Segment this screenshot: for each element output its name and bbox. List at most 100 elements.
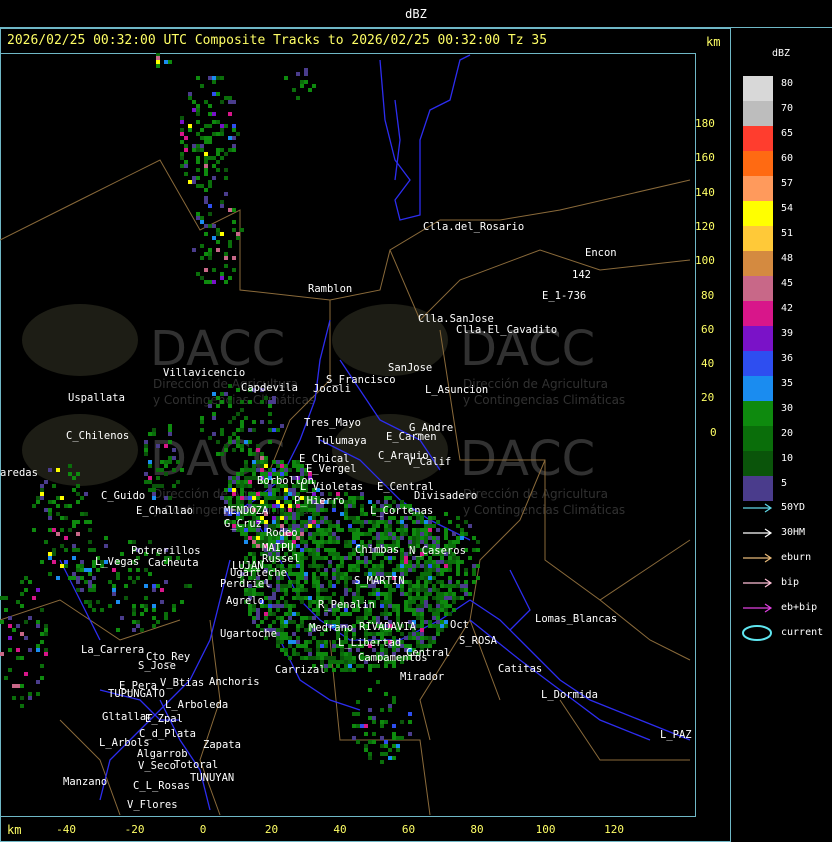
radar-echo-cell <box>300 80 304 84</box>
radar-echo-cell <box>212 132 216 136</box>
radar-echo-cell <box>244 440 248 444</box>
radar-echo-cell <box>300 508 304 512</box>
radar-echo-cell <box>416 564 420 568</box>
radar-echo-cell <box>428 576 432 580</box>
radar-echo-cell <box>96 568 100 572</box>
radar-echo-cell <box>312 564 316 568</box>
radar-echo-cell <box>332 668 336 672</box>
radar-echo-cell <box>404 580 408 584</box>
radar-echo-cell <box>316 524 320 528</box>
radar-echo-cell <box>28 696 32 700</box>
radar-echo-cell <box>156 53 160 56</box>
radar-echo-cell <box>312 576 316 580</box>
place-label: Russel <box>262 553 300 565</box>
place-label: Capdevila <box>241 382 298 394</box>
radar-echo-cell <box>268 488 272 492</box>
radar-echo-cell <box>312 584 316 588</box>
radar-echo-cell <box>156 444 160 448</box>
radar-echo-cell <box>308 548 312 552</box>
radar-echo-cell <box>328 552 332 556</box>
place-label: C_Chilenos <box>66 430 129 442</box>
radar-echo-cell <box>284 488 288 492</box>
radar-echo-cell <box>340 656 344 660</box>
radar-echo-cell <box>196 120 200 124</box>
radar-echo-cell <box>356 560 360 564</box>
radar-echo-cell <box>24 588 28 592</box>
place-label: Villavicencio <box>163 367 245 379</box>
radar-echo-cell <box>232 220 236 224</box>
radar-echo-cell <box>308 656 312 660</box>
radar-echo-cell <box>232 144 236 148</box>
radar-echo-cell <box>428 564 432 568</box>
radar-echo-cell <box>276 584 280 588</box>
radar-echo-cell <box>132 540 136 544</box>
radar-echo-cell <box>412 636 416 640</box>
radar-echo-cell <box>272 504 276 508</box>
radar-echo-cell <box>316 520 320 524</box>
y-tick-label: 80 <box>701 288 715 302</box>
radar-echo-cell <box>280 588 284 592</box>
radar-echo-cell <box>252 540 256 544</box>
radar-echo-cell <box>180 468 184 472</box>
radar-echo-cell <box>384 536 388 540</box>
radar-echo-cell <box>400 720 404 724</box>
track-label: eb+bip <box>781 602 818 613</box>
radar-echo-cell <box>384 528 388 532</box>
radar-echo-cell <box>312 508 316 512</box>
radar-echo-cell <box>156 56 160 60</box>
radar-echo-cell <box>72 556 76 560</box>
radar-echo-cell <box>224 488 228 492</box>
radar-echo-cell <box>220 276 224 280</box>
radar-echo-cell <box>376 532 380 536</box>
radar-echo-cell <box>296 576 300 580</box>
radar-echo-cell <box>64 548 68 552</box>
radar-echo-cell <box>380 568 384 572</box>
radar-echo-cell <box>112 592 116 596</box>
legend-swatch <box>743 226 773 251</box>
radar-echo-cell <box>284 612 288 616</box>
radar-echo-cell <box>404 608 408 612</box>
radar-echo-cell <box>280 628 284 632</box>
radar-echo-cell <box>196 132 200 136</box>
radar-echo-cell <box>340 564 344 568</box>
radar-echo-cell <box>148 460 152 464</box>
radar-echo-cell <box>316 568 320 572</box>
radar-echo-cell <box>404 560 408 564</box>
radar-echo-cell <box>132 620 136 624</box>
radar-echo-cell <box>476 540 480 544</box>
radar-echo-cell <box>448 584 452 588</box>
radar-echo-cell <box>472 548 476 552</box>
radar-echo-cell <box>200 84 204 88</box>
radar-echo-cell <box>240 468 244 472</box>
radar-echo-cell <box>352 564 356 568</box>
radar-map[interactable]: DACC Dirección de Agricultura y Contingenc… <box>0 53 695 816</box>
radar-echo-cell <box>224 192 228 196</box>
radar-echo-cell <box>376 588 380 592</box>
radar-echo-cell <box>152 584 156 588</box>
radar-echo-cell <box>452 540 456 544</box>
radar-echo-cell <box>212 416 216 420</box>
radar-echo-cell <box>36 624 40 628</box>
radar-echo-cell <box>244 536 248 540</box>
radar-echo-cell <box>56 468 60 472</box>
radar-echo-cell <box>288 488 292 492</box>
radar-echo-cell <box>400 592 404 596</box>
radar-echo-cell <box>272 496 276 500</box>
radar-echo-cell <box>88 520 92 524</box>
radar-echo-cell <box>80 560 84 564</box>
radar-echo-cell <box>56 532 60 536</box>
radar-echo-cell <box>316 652 320 656</box>
radar-echo-cell <box>144 596 148 600</box>
radar-echo-cell <box>144 608 148 612</box>
legend-value: 70 <box>781 103 794 114</box>
radar-echo-cell <box>208 436 212 440</box>
radar-echo-cell <box>228 488 232 492</box>
radar-echo-cell <box>432 624 436 628</box>
place-label: L_Vegas <box>95 556 139 568</box>
radar-echo-cell <box>408 592 412 596</box>
radar-echo-cell <box>416 520 420 524</box>
radar-echo-cell <box>284 516 288 520</box>
place-label: L_PAZ <box>660 729 692 741</box>
radar-echo-cell <box>200 144 204 148</box>
radar-echo-cell <box>72 520 76 524</box>
